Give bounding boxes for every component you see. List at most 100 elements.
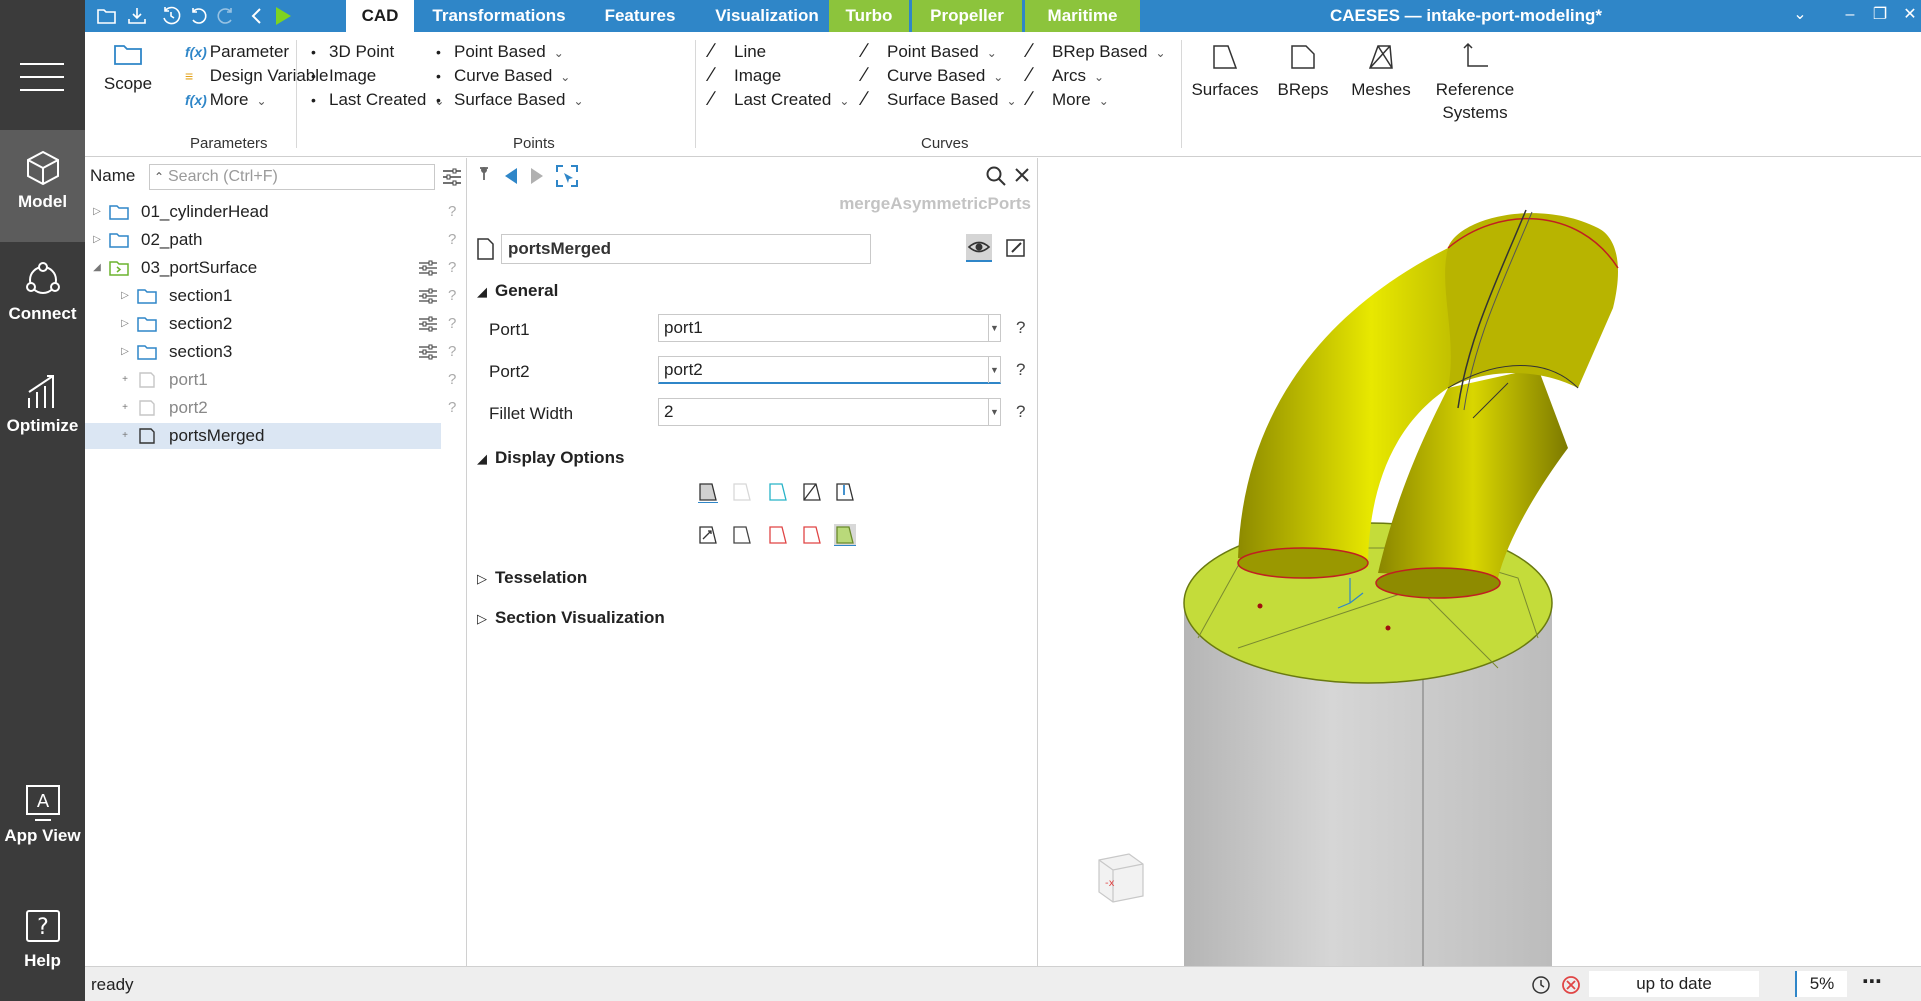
chevron-down-icon[interactable]: ▼: [988, 357, 1000, 383]
minimize-icon[interactable]: –: [1835, 0, 1865, 32]
run-icon[interactable]: [271, 4, 295, 28]
back-arrow-icon[interactable]: [245, 4, 269, 28]
help-icon[interactable]: ?: [1016, 402, 1025, 422]
scope-button[interactable]: Scope: [97, 42, 159, 95]
meshes-button[interactable]: Meshes: [1346, 42, 1416, 101]
surface-outline-icon[interactable]: [731, 524, 753, 546]
select-target-icon[interactable]: [555, 164, 579, 188]
tab-propeller[interactable]: Propeller: [912, 0, 1022, 32]
surfaces-button[interactable]: Surfaces: [1188, 42, 1262, 101]
stop-icon[interactable]: [1560, 974, 1582, 996]
boundary-red-icon[interactable]: [801, 524, 823, 546]
surface-based-button[interactable]: • Surface Based ⌄: [436, 90, 584, 110]
line-button[interactable]: ∕ Line: [710, 40, 766, 63]
outline-cyan-icon[interactable]: [767, 481, 789, 503]
tab-visualization[interactable]: Visualization: [697, 0, 837, 32]
outline-red-icon[interactable]: [767, 524, 789, 546]
close-icon[interactable]: ✕: [1895, 0, 1921, 32]
tree-row-03-portsurface[interactable]: ◢ 03_portSurface ?: [85, 255, 467, 281]
brep-based-button[interactable]: ∕ BRep Based ⌄: [1028, 40, 1166, 63]
point-based-button[interactable]: • Point Based ⌄: [436, 42, 564, 62]
tree-row-port1[interactable]: + port1 ?: [85, 367, 467, 393]
hamburger-menu-icon[interactable]: [20, 63, 64, 93]
sliders-icon[interactable]: [418, 259, 438, 277]
help-icon[interactable]: ?: [1016, 360, 1025, 380]
wireframe-icon[interactable]: [801, 481, 823, 503]
breps-button[interactable]: BReps: [1272, 42, 1334, 101]
visibility-toggle[interactable]: [966, 234, 992, 262]
filter-settings-icon[interactable]: [441, 166, 463, 188]
edit-icon[interactable]: [1005, 237, 1027, 259]
pin-icon[interactable]: [477, 166, 491, 186]
fillet-width-field[interactable]: 2 ▼: [658, 398, 1001, 426]
transparent-icon[interactable]: [731, 481, 753, 503]
tab-transformations[interactable]: Transformations: [419, 0, 579, 32]
forward-icon[interactable]: [529, 166, 545, 186]
point-image-button[interactable]: • Image: [311, 66, 376, 86]
curve-curve-based-button[interactable]: ∕ Curve Based ⌄: [863, 64, 1003, 87]
object-name-field[interactable]: portsMerged: [501, 234, 871, 264]
sliders-icon[interactable]: [418, 287, 438, 305]
curve-image-button[interactable]: ∕ Image: [710, 64, 781, 87]
tree-row-portsmerged[interactable]: + portsMerged: [85, 423, 441, 449]
maximize-icon[interactable]: ❐: [1865, 0, 1895, 32]
rail-item-connect[interactable]: Connect: [0, 242, 85, 354]
section-general[interactable]: ◢ General: [477, 281, 558, 301]
section-display-options[interactable]: ◢ Display Options: [477, 448, 624, 468]
rail-item-optimize[interactable]: Optimize: [0, 354, 85, 466]
chevron-up-icon[interactable]: ⌃: [154, 165, 164, 189]
more-options-icon[interactable]: ⋯: [1862, 969, 1882, 994]
reference-systems-button[interactable]: Reference Systems: [1426, 42, 1524, 124]
zoom-level[interactable]: 5%: [1795, 971, 1847, 997]
undo-icon[interactable]: [187, 4, 211, 28]
chevron-down-icon[interactable]: ⌄: [1785, 0, 1815, 32]
curves-more-button[interactable]: ∕ More ⌄: [1028, 88, 1109, 111]
arcs-button[interactable]: ∕ Arcs ⌄: [1028, 64, 1104, 87]
curve-last-created-button[interactable]: ∕ Last Created ⌄: [710, 88, 849, 111]
shaded-icon[interactable]: [697, 481, 719, 503]
curve-surface-based-button[interactable]: ∕ Surface Based ⌄: [863, 88, 1017, 111]
color-surface-icon[interactable]: [834, 524, 856, 546]
tree-row-port2[interactable]: + port2 ?: [85, 395, 467, 421]
chevron-down-icon[interactable]: ▼: [988, 399, 1000, 425]
parameters-more-button[interactable]: f(x) More ⌄: [185, 90, 267, 110]
intake-port-model[interactable]: [1038, 158, 1921, 966]
history-icon[interactable]: [159, 4, 183, 28]
search-input[interactable]: ⌃ Search (Ctrl+F): [149, 164, 435, 190]
tree-row-section3[interactable]: ▷ section3 ?: [85, 339, 467, 365]
port1-field[interactable]: port1 ▼: [658, 314, 1001, 342]
tree-row-01-cylinderhead[interactable]: ▷ 01_cylinderHead ?: [85, 199, 467, 225]
tab-maritime[interactable]: Maritime: [1025, 0, 1140, 32]
redo-icon[interactable]: [213, 4, 237, 28]
3d-point-button[interactable]: • 3D Point: [311, 42, 394, 62]
point-last-created-button[interactable]: • Last Created ⌄: [311, 90, 444, 110]
chevron-down-icon[interactable]: ▼: [988, 315, 1000, 341]
curve-point-based-button[interactable]: ∕ Point Based ⌄: [863, 40, 997, 63]
sliders-icon[interactable]: [418, 315, 438, 333]
tree-row-section1[interactable]: ▷ section1 ?: [85, 283, 467, 309]
design-variable-button[interactable]: ≡ Design Variable: [185, 66, 329, 86]
close-icon[interactable]: [1014, 167, 1030, 183]
sliders-icon[interactable]: [418, 343, 438, 361]
open-folder-icon[interactable]: [95, 4, 119, 28]
tree-row-02-path[interactable]: ▷ 02_path ?: [85, 227, 467, 253]
normals-icon[interactable]: [834, 481, 856, 503]
back-icon[interactable]: [503, 166, 519, 186]
help-icon[interactable]: ?: [1016, 318, 1025, 338]
port2-field[interactable]: port2 ▼: [658, 356, 1001, 384]
navigation-cube-icon[interactable]: -x: [1091, 848, 1147, 904]
3d-viewport[interactable]: -x: [1038, 158, 1921, 966]
tree-row-section2[interactable]: ▷ section2 ?: [85, 311, 467, 337]
parameter-button[interactable]: f(x) Parameter: [185, 42, 289, 62]
search-icon[interactable]: [985, 165, 1007, 187]
iso-lines-icon[interactable]: [697, 524, 719, 546]
rail-item-help[interactable]: ? Help: [0, 889, 85, 1001]
tab-turbo[interactable]: Turbo: [829, 0, 909, 32]
tab-cad[interactable]: CAD: [346, 0, 414, 32]
save-icon[interactable]: [125, 4, 149, 28]
clock-icon[interactable]: [1530, 974, 1552, 996]
rail-item-app-view[interactable]: A App View: [0, 764, 85, 876]
tab-features[interactable]: Features: [585, 0, 695, 32]
rail-item-model[interactable]: Model: [0, 130, 85, 242]
section-tesselation[interactable]: ▷ Tesselation: [477, 568, 587, 588]
